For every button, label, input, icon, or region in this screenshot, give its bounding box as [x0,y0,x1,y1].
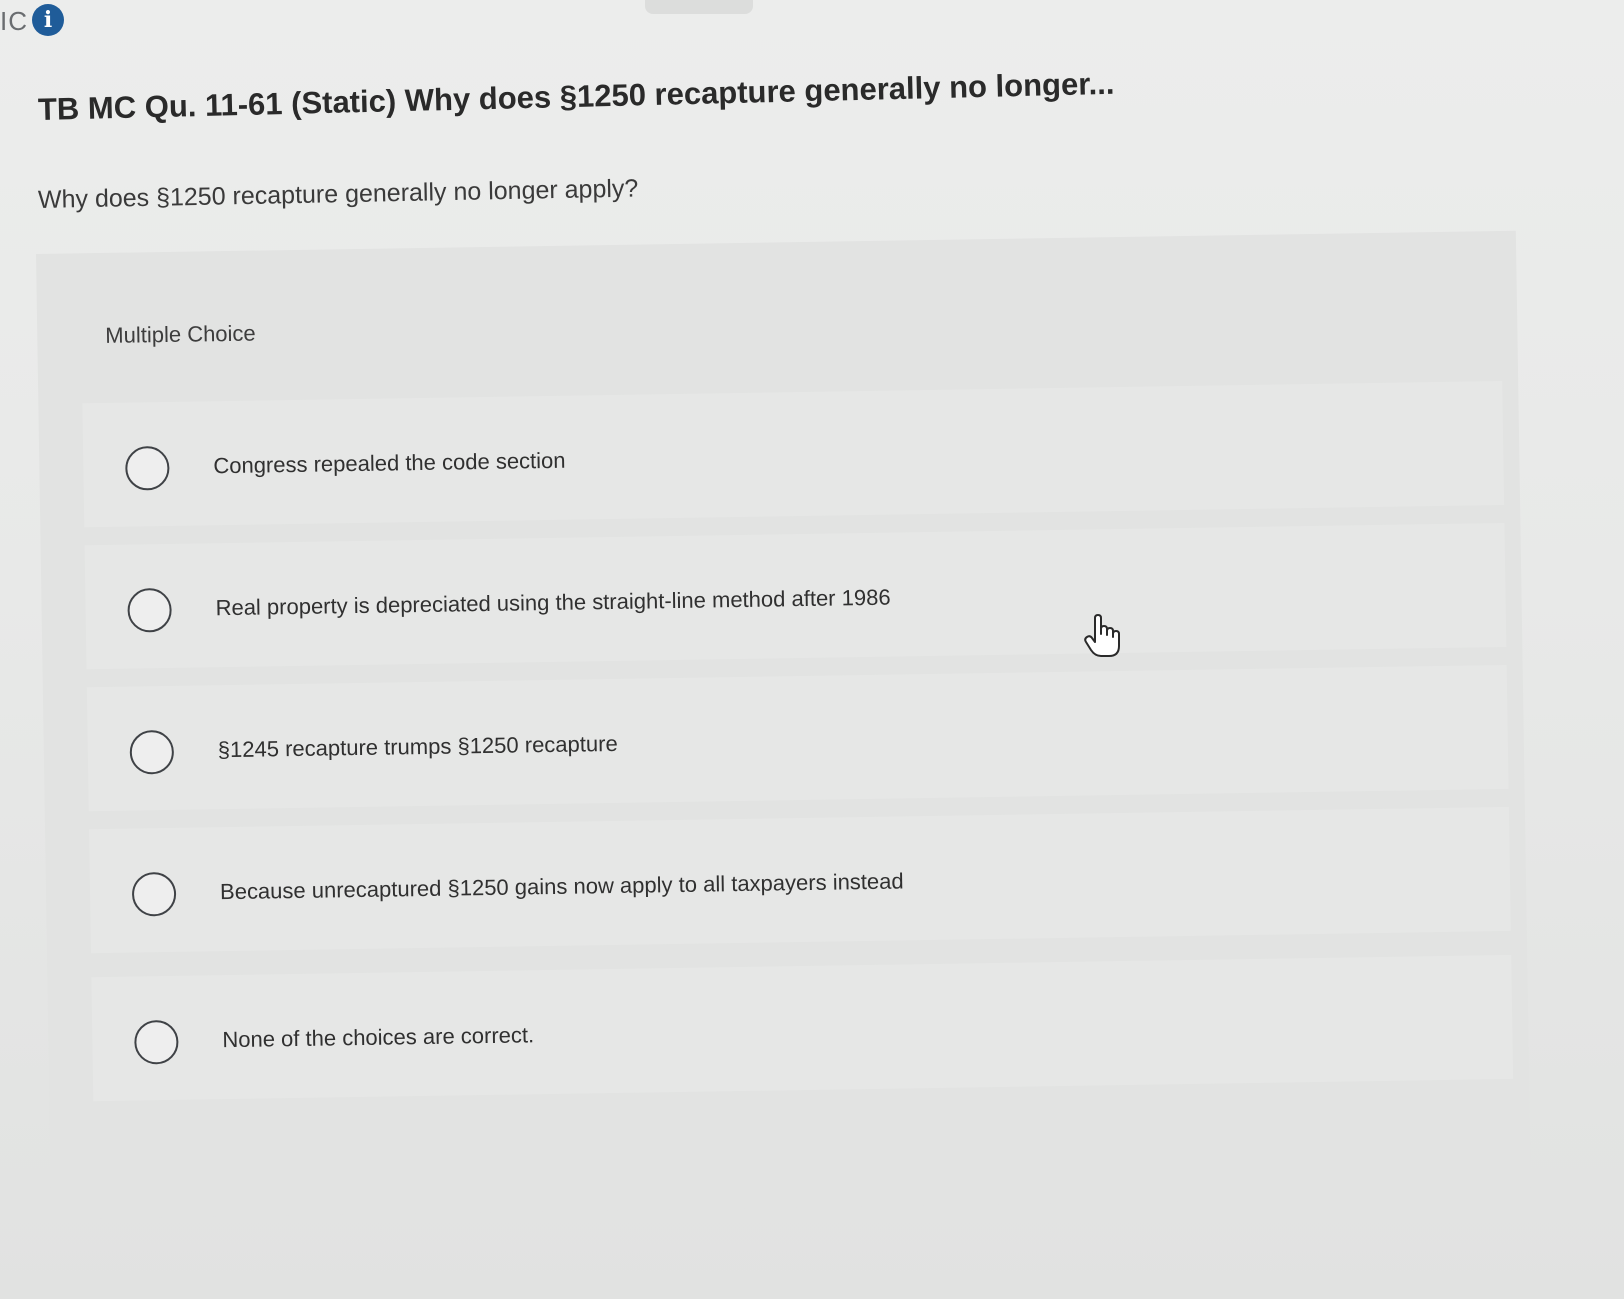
choice-option-2[interactable]: Real property is depreciated using the s… [84,522,1507,670]
radio-button-3[interactable] [129,729,175,775]
question-title: TB MC Qu. 11-61 (Static) Why does §1250 … [37,65,1115,127]
radio-button-5[interactable] [134,1019,179,1065]
info-icon[interactable]: i [32,4,64,36]
choice-label-2: Real property is depreciated using the s… [215,584,891,621]
choice-label-5: None of the choices are correct. [222,1022,535,1053]
choice-label-4: Because unrecaptured §1250 gains now app… [219,868,904,905]
top-bar: IC i [0,0,100,40]
radio-button-2[interactable] [127,587,172,633]
choice-label-1: Congress repealed the code section [213,447,566,479]
multiple-choice-panel: Multiple Choice Congress repealed the co… [36,230,1531,1219]
top-tab [645,0,753,14]
choice-option-3[interactable]: §1245 recapture trumps §1250 recapture [86,664,1509,812]
choice-option-5[interactable]: None of the choices are correct. [91,954,1514,1102]
radio-button-1[interactable] [125,445,170,491]
multiple-choice-label: Multiple Choice [105,320,256,348]
corner-label: IC [0,6,28,36]
hand-pointer-icon [1084,614,1120,657]
choice-label-3: §1245 recapture trumps §1250 recapture [217,730,618,763]
radio-button-4[interactable] [131,871,177,917]
choice-option-1[interactable]: Congress repealed the code section [82,380,1505,528]
question-prompt: Why does §1250 recapture generally no lo… [37,174,639,214]
choice-option-4[interactable]: Because unrecaptured §1250 gains now app… [89,806,1511,954]
